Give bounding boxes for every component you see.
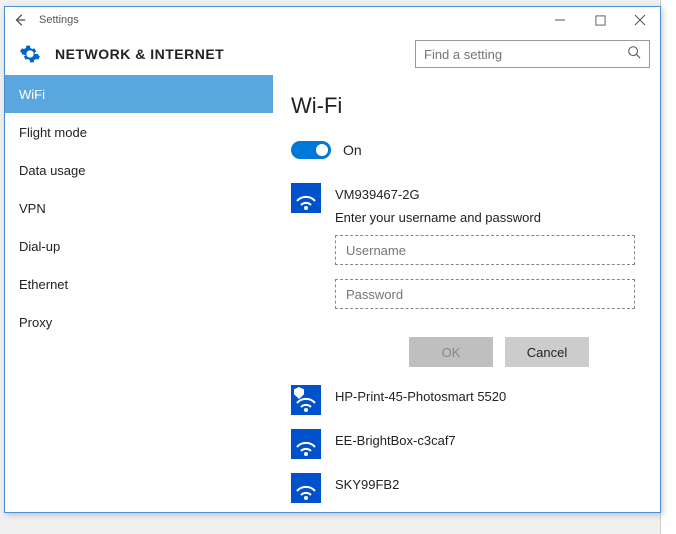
main-panel: Wi-Fi On VM939467-2G Enter your username… xyxy=(273,75,660,512)
gear-icon xyxy=(19,43,41,65)
sidebar-item-wifi[interactable]: WiFi xyxy=(5,75,273,113)
settings-window: Settings NETWORK & INTERNET WiFi xyxy=(4,6,661,513)
wifi-toggle-row: On xyxy=(291,141,646,159)
background-edge xyxy=(660,0,676,534)
minimize-icon xyxy=(554,14,566,26)
network-ssid: EE-BrightBox-c3caf7 xyxy=(335,429,646,448)
back-button[interactable] xyxy=(5,7,35,33)
wifi-icon xyxy=(291,473,321,503)
sidebar: WiFi Flight mode Data usage VPN Dial-up … xyxy=(5,75,273,512)
wifi-toggle[interactable] xyxy=(291,141,331,159)
sidebar-item-label: Proxy xyxy=(19,315,52,330)
sidebar-item-label: Flight mode xyxy=(19,125,87,140)
header: NETWORK & INTERNET xyxy=(5,33,660,75)
credentials-prompt: Enter your username and password xyxy=(335,210,646,225)
cancel-button[interactable]: Cancel xyxy=(505,337,589,367)
close-icon xyxy=(634,14,646,26)
sidebar-item-label: VPN xyxy=(19,201,46,216)
sidebar-item-proxy[interactable]: Proxy xyxy=(5,303,273,341)
wifi-icon xyxy=(291,183,321,213)
sidebar-item-label: Ethernet xyxy=(19,277,68,292)
password-field[interactable] xyxy=(335,279,635,309)
body: WiFi Flight mode Data usage VPN Dial-up … xyxy=(5,75,660,512)
window-title: Settings xyxy=(35,14,540,26)
page-title: Wi-Fi xyxy=(291,93,646,119)
minimize-button[interactable] xyxy=(540,7,580,33)
maximize-button[interactable] xyxy=(580,7,620,33)
network-ssid: VM939467-2G xyxy=(335,183,646,202)
wifi-icon xyxy=(291,429,321,459)
network-item[interactable]: EE-BrightBox-c3caf7 xyxy=(291,429,646,459)
titlebar: Settings xyxy=(5,7,660,33)
sidebar-item-label: WiFi xyxy=(19,87,45,102)
wifi-secured-icon xyxy=(291,385,321,415)
username-field[interactable] xyxy=(335,235,635,265)
search-box[interactable] xyxy=(415,40,650,68)
network-connect-panel: VM939467-2G Enter your username and pass… xyxy=(291,183,646,323)
close-button[interactable] xyxy=(620,7,660,33)
sidebar-item-dial-up[interactable]: Dial-up xyxy=(5,227,273,265)
network-item[interactable]: HP-Print-45-Photosmart 5520 xyxy=(291,385,646,415)
search-icon xyxy=(627,45,641,64)
search-input[interactable] xyxy=(424,47,627,62)
connect-buttons: OK Cancel xyxy=(409,337,646,367)
network-connect-body: VM939467-2G Enter your username and pass… xyxy=(335,183,646,323)
network-item[interactable]: SKY99FB2 xyxy=(291,473,646,503)
network-ssid: HP-Print-45-Photosmart 5520 xyxy=(335,385,646,404)
header-title: NETWORK & INTERNET xyxy=(55,46,415,62)
wifi-toggle-label: On xyxy=(343,142,362,158)
sidebar-item-vpn[interactable]: VPN xyxy=(5,189,273,227)
sidebar-item-label: Dial-up xyxy=(19,239,60,254)
network-ssid: SKY99FB2 xyxy=(335,473,646,492)
window-controls xyxy=(540,7,660,33)
arrow-left-icon xyxy=(13,13,27,27)
sidebar-item-flight-mode[interactable]: Flight mode xyxy=(5,113,273,151)
maximize-icon xyxy=(595,15,606,26)
sidebar-item-ethernet[interactable]: Ethernet xyxy=(5,265,273,303)
ok-button[interactable]: OK xyxy=(409,337,493,367)
sidebar-item-label: Data usage xyxy=(19,163,86,178)
sidebar-item-data-usage[interactable]: Data usage xyxy=(5,151,273,189)
